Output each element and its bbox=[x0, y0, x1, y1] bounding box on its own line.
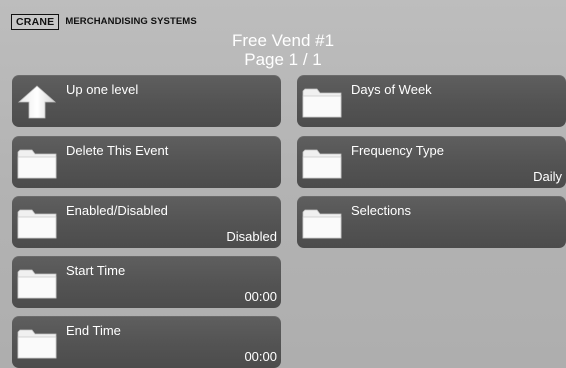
enabled-disabled-button[interactable]: Enabled/Disabled Disabled bbox=[12, 196, 281, 248]
folder-icon bbox=[16, 266, 58, 300]
enabled-disabled-label: Enabled/Disabled bbox=[66, 203, 168, 218]
frequency-type-label: Frequency Type bbox=[351, 143, 444, 158]
logo-brand: CRANE bbox=[11, 13, 60, 30]
days-of-week-button[interactable]: Days of Week bbox=[297, 75, 566, 127]
end-time-label: End Time bbox=[66, 323, 121, 338]
screen-background: CRANE MERCHANDISING SYSTEMS Free Vend #1… bbox=[0, 0, 566, 368]
enabled-disabled-value: Disabled bbox=[226, 229, 277, 244]
end-time-value: 00:00 bbox=[244, 349, 277, 364]
days-of-week-label: Days of Week bbox=[351, 82, 432, 97]
page-indicator: Page 1 / 1 bbox=[244, 50, 322, 69]
folder-icon bbox=[16, 146, 58, 180]
start-time-value: 00:00 bbox=[244, 289, 277, 304]
frequency-type-value: Daily bbox=[533, 169, 562, 184]
end-time-button[interactable]: End Time 00:00 bbox=[12, 316, 281, 368]
folder-icon bbox=[301, 146, 343, 180]
folder-icon bbox=[16, 206, 58, 240]
start-time-button[interactable]: Start Time 00:00 bbox=[12, 256, 281, 308]
crane-logo: CRANE MERCHANDISING SYSTEMS bbox=[11, 13, 197, 30]
page-title: Free Vend #1 bbox=[231, 31, 335, 50]
folder-icon bbox=[16, 326, 58, 360]
selections-button[interactable]: Selections bbox=[297, 196, 566, 248]
up-one-level-button[interactable]: Up one level bbox=[12, 75, 281, 127]
folder-icon bbox=[301, 206, 343, 240]
delete-event-label: Delete This Event bbox=[66, 143, 169, 158]
up-arrow-icon bbox=[16, 85, 58, 119]
folder-icon bbox=[301, 85, 343, 119]
delete-event-button[interactable]: Delete This Event bbox=[12, 136, 281, 188]
start-time-label: Start Time bbox=[66, 263, 126, 278]
logo-text: MERCHANDISING SYSTEMS bbox=[65, 16, 197, 27]
frequency-type-button[interactable]: Frequency Type Daily bbox=[297, 136, 566, 188]
up-one-level-label: Up one level bbox=[66, 82, 139, 97]
selections-label: Selections bbox=[351, 203, 411, 218]
